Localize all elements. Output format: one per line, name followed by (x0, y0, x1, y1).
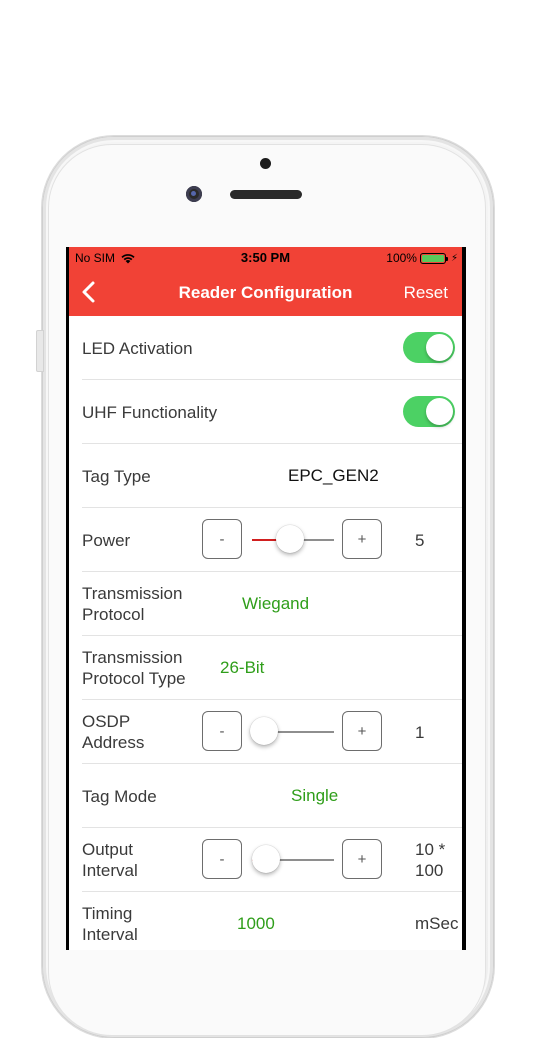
output-interval-value: 10 * 100 (415, 840, 446, 880)
transmission-protocol-value[interactable]: Wiegand (242, 572, 309, 636)
output-interval-decrement-button[interactable]: - (202, 839, 242, 879)
setting-row-uhf-functionality: UHF Functionality (82, 380, 462, 444)
osdp-address-value: 1 (415, 722, 425, 742)
setting-label: Timing Interval (82, 904, 138, 944)
setting-label: OSDP Address (82, 712, 145, 752)
toggle-knob (426, 398, 453, 425)
setting-label: Tag Mode (82, 786, 157, 806)
slider-thumb[interactable] (276, 525, 305, 553)
setting-row-power: Power - + 5 (82, 508, 462, 572)
tag-type-value[interactable]: EPC_GEN2 (288, 444, 379, 508)
power-decrement-button[interactable]: - (202, 519, 242, 559)
setting-row-osdp-address: OSDP Address - + 1 (82, 700, 462, 764)
charging-bolt-icon: ⚡ (450, 252, 458, 264)
power-value: 5 (415, 530, 425, 550)
slider-thumb[interactable] (250, 717, 278, 745)
proximity-sensor (260, 158, 271, 169)
led-activation-toggle[interactable] (403, 332, 455, 363)
osdp-address-decrement-button[interactable]: - (202, 711, 242, 751)
osdp-address-increment-button[interactable]: + (342, 711, 382, 751)
navigation-bar: Reader Configuration Reset (69, 269, 462, 316)
power-slider[interactable] (250, 519, 336, 559)
osdp-address-slider[interactable] (250, 711, 336, 751)
setting-row-led-activation: LED Activation (82, 316, 462, 380)
battery-percent: 100% (386, 251, 417, 265)
setting-label: Transmission Protocol (82, 584, 183, 624)
setting-label: Tag Type (82, 466, 151, 486)
setting-row-tag-type: Tag Type EPC_GEN2 (82, 444, 462, 508)
output-interval-increment-button[interactable]: + (342, 839, 382, 879)
setting-label: Output Interval (82, 840, 138, 880)
setting-label: Power (82, 530, 131, 550)
power-increment-button[interactable]: + (342, 519, 382, 559)
app-screen: No SIM 3:50 PM 100% ⚡ Reader Configurati… (69, 247, 462, 950)
output-interval-slider[interactable] (250, 839, 336, 879)
setting-row-timing-interval: Timing Interval 1000 mSec (82, 892, 462, 950)
setting-row-tag-mode: Tag Mode Single (82, 764, 462, 828)
mute-switch (36, 330, 44, 372)
reset-button[interactable]: Reset (404, 283, 448, 303)
earpiece-speaker (230, 190, 302, 199)
phone-screen: No SIM 3:50 PM 100% ⚡ Reader Configurati… (66, 247, 466, 950)
battery-icon (419, 252, 448, 264)
timing-interval-unit: mSec (415, 914, 459, 933)
uhf-functionality-toggle[interactable] (403, 396, 455, 427)
setting-row-transmission-protocol-type: Transmission Protocol Type 26-Bit (82, 636, 462, 700)
status-right: 100% ⚡ (386, 251, 458, 265)
transmission-protocol-type-value[interactable]: 26-Bit (220, 636, 264, 700)
slider-thumb[interactable] (251, 845, 280, 873)
setting-label: LED Activation (82, 338, 193, 358)
toggle-knob (426, 334, 453, 361)
setting-row-output-interval: Output Interval - + 10 * 100 (82, 828, 462, 892)
tag-mode-value[interactable]: Single (291, 764, 338, 828)
timing-interval-value[interactable]: 1000 (237, 892, 275, 950)
status-bar: No SIM 3:50 PM 100% ⚡ (69, 247, 462, 269)
setting-row-transmission-protocol: Transmission Protocol Wiegand (82, 572, 462, 636)
setting-label: UHF Functionality (82, 402, 218, 422)
settings-list: LED Activation UHF Functionality Tag Typ… (69, 316, 462, 950)
setting-label: Transmission Protocol Type (82, 648, 186, 688)
front-camera (186, 186, 202, 202)
